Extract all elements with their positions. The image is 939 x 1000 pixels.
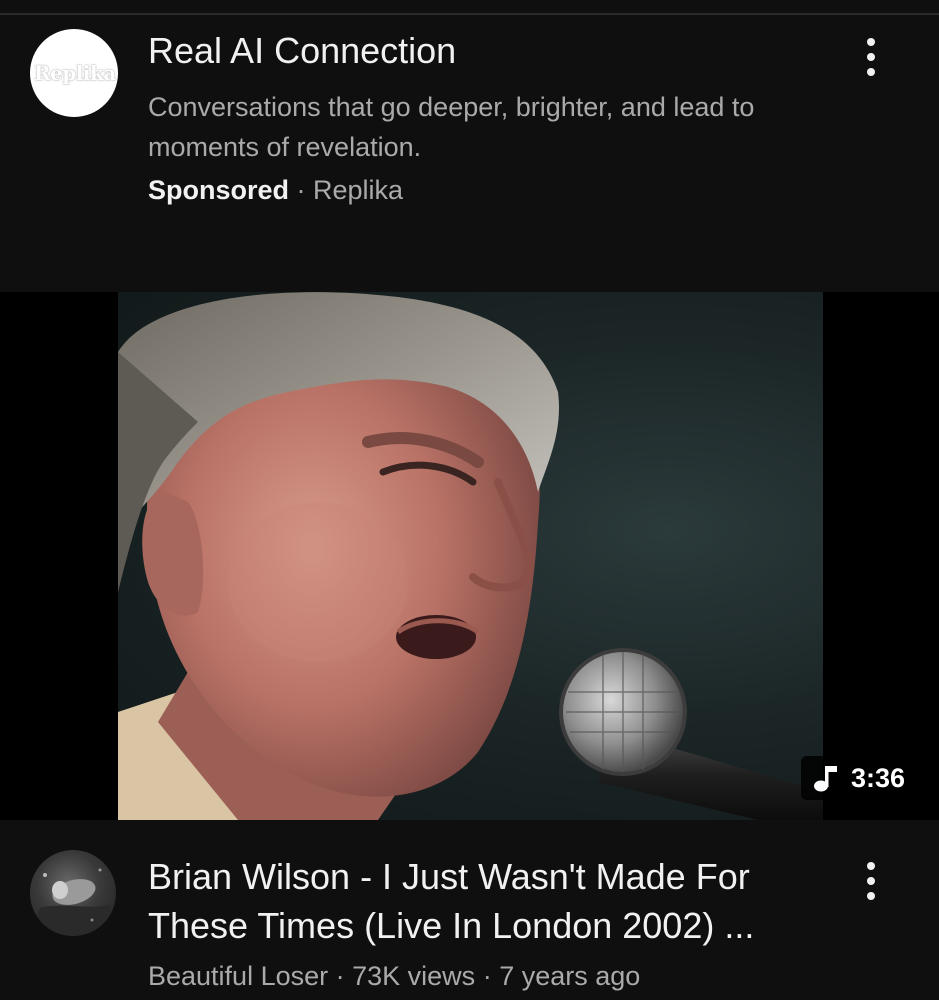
- channel-avatar-image: [30, 868, 116, 936]
- video-info[interactable]: Brian Wilson - I Just Wasn't Made For Th…: [0, 820, 939, 1000]
- advertiser-name: Replika: [313, 175, 404, 205]
- meta-separator: ·: [328, 961, 353, 991]
- more-vert-icon[interactable]: [851, 32, 891, 82]
- meta-separator: ·: [475, 961, 500, 991]
- video-meta: Beautiful Loser · 73K views · 7 years ag…: [148, 961, 640, 992]
- singer-illustration: [118, 292, 823, 820]
- upload-age: 7 years ago: [499, 961, 641, 991]
- video-thumbnail[interactable]: 3:36: [0, 292, 939, 820]
- video-title[interactable]: Brian Wilson - I Just Wasn't Made For Th…: [148, 852, 838, 950]
- meta-separator: ·: [289, 175, 314, 205]
- duration-badge: 3:36: [800, 756, 919, 800]
- channel-name[interactable]: Beautiful Loser: [148, 961, 328, 991]
- ad-title[interactable]: Real AI Connection: [148, 30, 456, 72]
- sponsored-ad-card[interactable]: Replika Real AI Connection Conversations…: [0, 15, 939, 292]
- ad-description: Conversations that go deeper, brighter, …: [148, 92, 755, 162]
- sponsored-badge: Sponsored: [148, 175, 290, 205]
- channel-avatar[interactable]: [30, 850, 116, 936]
- thumbnail-image: [118, 292, 823, 820]
- duration-text: 3:36: [850, 762, 905, 793]
- more-vert-icon[interactable]: [851, 856, 891, 906]
- music-note-icon: [813, 766, 837, 792]
- replika-logo[interactable]: Replika: [30, 29, 118, 117]
- replika-logo-text: Replika: [34, 61, 116, 85]
- view-count: 73K views: [352, 961, 476, 991]
- ad-meta: Sponsored · Replika: [148, 175, 403, 206]
